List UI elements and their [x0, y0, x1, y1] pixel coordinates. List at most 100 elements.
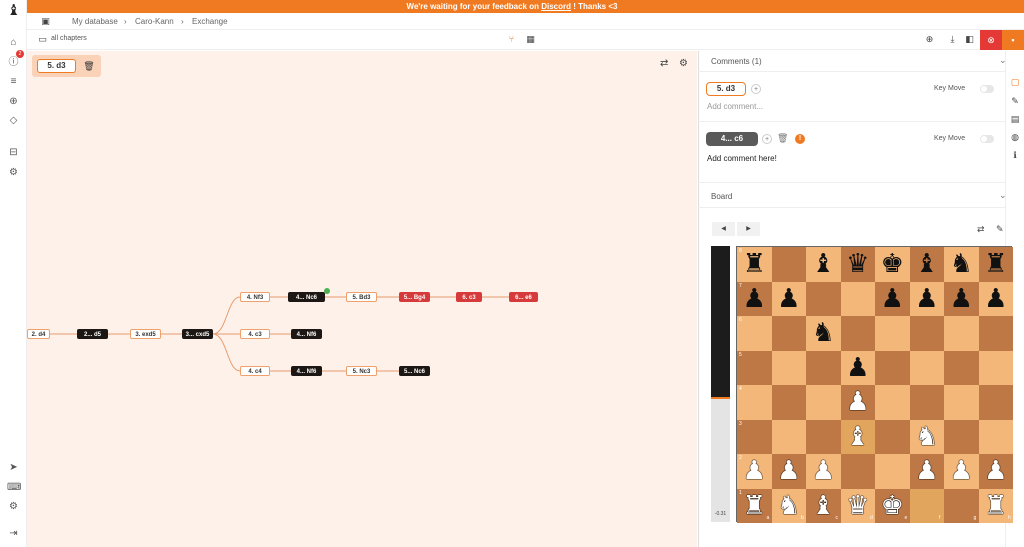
trash-icon[interactable]: 🗑: [777, 133, 788, 144]
annotate-tab-icon[interactable]: ✎: [1008, 94, 1022, 108]
square-a4[interactable]: [737, 385, 772, 420]
tree-view-icon[interactable]: ⑂: [505, 33, 518, 46]
white-pawn-piece[interactable]: ♟: [772, 454, 807, 489]
app-logo[interactable]: ♝: [7, 2, 20, 20]
tree-node[interactable]: 2. d4: [27, 329, 50, 339]
black-pawn-piece[interactable]: ♟: [944, 282, 979, 317]
square-d7[interactable]: [840, 281, 875, 316]
square-c4[interactable]: [806, 385, 841, 420]
square-h3[interactable]: [978, 419, 1013, 454]
tree-node[interactable]: 5. Bd3: [346, 292, 377, 302]
tree-node[interactable]: 4... Nf6: [291, 366, 322, 376]
chess-board[interactable]: ♜ 8 ♝ ♛ ♚ ♝ ♞ ♜ ♟ 7 ♟ ♟ ♟ ♟ ♟ 6 ♞ 5 ♟ 4 ♟ 3 ♝ ♞ ♟ 2 ♟ ♟ ♟ ♟ ♟ ♜ 1 a ♞ b ♝ c ♛ d…: [736, 246, 1014, 523]
logout-icon[interactable]: ⇥: [7, 527, 20, 540]
white-pawn-piece[interactable]: ♟: [910, 454, 945, 489]
tree-node[interactable]: 5... Bg4: [399, 292, 430, 302]
square-a5[interactable]: [737, 350, 772, 385]
next-move-button[interactable]: ▶: [737, 222, 760, 236]
white-pawn-piece[interactable]: ♟: [841, 385, 876, 420]
black-queen-piece[interactable]: ♛: [841, 247, 876, 282]
white-pawn-piece[interactable]: ♟: [979, 454, 1014, 489]
square-f4[interactable]: [909, 385, 944, 420]
square-f5[interactable]: [909, 350, 944, 385]
square-b5[interactable]: [771, 350, 806, 385]
image-tab-icon[interactable]: ▤: [1008, 112, 1022, 126]
square-d6[interactable]: [840, 316, 875, 351]
tree-node[interactable]: 5... Nc6: [399, 366, 430, 376]
tree-node[interactable]: 3... cxd5: [182, 329, 213, 339]
download-icon[interactable]: ⤓: [946, 33, 959, 46]
black-rook-piece[interactable]: ♜: [979, 247, 1014, 282]
move-tree-canvas[interactable]: 5. d3 🗑 ⇄ ⚙ 2. d4 2... d5 3. exd5 3... c…: [27, 51, 697, 547]
square-e5[interactable]: [875, 350, 910, 385]
prev-move-button[interactable]: ◀: [712, 222, 735, 236]
black-pawn-piece[interactable]: ♟: [772, 282, 807, 317]
tree-node[interactable]: 6... e6: [509, 292, 538, 302]
send-icon[interactable]: ➤: [7, 461, 20, 474]
comment-move-chip[interactable]: 4... c6: [706, 132, 758, 146]
square-c3[interactable]: [806, 419, 841, 454]
square-e4[interactable]: [875, 385, 910, 420]
globe-icon[interactable]: ⊕: [923, 33, 936, 46]
square-d2[interactable]: [840, 454, 875, 489]
white-pawn-piece[interactable]: ♟: [944, 454, 979, 489]
flip-board-icon[interactable]: ⇄: [977, 224, 985, 235]
black-bishop-piece[interactable]: ♝: [806, 247, 841, 282]
home-icon[interactable]: ⌂: [7, 36, 20, 49]
board-view-icon[interactable]: ▦: [524, 33, 537, 46]
key-move-toggle[interactable]: [980, 135, 994, 143]
tree-node[interactable]: 6. c3: [456, 292, 482, 302]
discord-link[interactable]: Discord: [541, 2, 571, 11]
tree-node[interactable]: 4. c4: [240, 366, 270, 376]
square-g4[interactable]: [944, 385, 979, 420]
info-icon[interactable]: ⓘ: [7, 56, 20, 69]
black-pawn-piece[interactable]: ♟: [737, 282, 772, 317]
database-icon[interactable]: ≡: [7, 75, 20, 88]
save-button[interactable]: ▪: [1002, 30, 1024, 50]
tree-node[interactable]: 3. exd5: [130, 329, 161, 339]
square-c5[interactable]: [806, 350, 841, 385]
sidebar-toggle-icon[interactable]: ▣: [39, 15, 52, 28]
white-knight-piece[interactable]: ♞: [910, 420, 945, 455]
globe-icon[interactable]: ⊕: [7, 95, 20, 108]
tree-node[interactable]: 4... Nc6: [288, 292, 325, 302]
chevron-down-icon[interactable]: ⌄: [999, 55, 1007, 66]
keyboard-icon[interactable]: ⌨: [7, 481, 21, 494]
tree-node[interactable]: 4... Nf6: [291, 329, 322, 339]
square-a6[interactable]: [737, 316, 772, 351]
black-rook-piece[interactable]: ♜: [737, 247, 772, 282]
tree-node[interactable]: 4. c3: [240, 329, 270, 339]
black-pawn-piece[interactable]: ♟: [910, 282, 945, 317]
square-e3[interactable]: [875, 419, 910, 454]
square-b8[interactable]: [771, 247, 806, 282]
square-h6[interactable]: [978, 316, 1013, 351]
square-b4[interactable]: [771, 385, 806, 420]
layout-icon[interactable]: ◧: [963, 33, 976, 46]
square-f6[interactable]: [909, 316, 944, 351]
chapters-selector[interactable]: all chapters: [51, 35, 87, 42]
black-bishop-piece[interactable]: ♝: [910, 247, 945, 282]
chevron-down-icon[interactable]: ⌄: [999, 190, 1007, 201]
close-button[interactable]: ⊗: [980, 30, 1002, 50]
black-pawn-piece[interactable]: ♟: [841, 351, 876, 386]
comment-tab-icon[interactable]: ▢: [1008, 75, 1022, 89]
black-pawn-piece[interactable]: ♟: [979, 282, 1014, 317]
square-h5[interactable]: [978, 350, 1013, 385]
square-g6[interactable]: [944, 316, 979, 351]
square-h4[interactable]: [978, 385, 1013, 420]
breadcrumb-variation[interactable]: Exchange: [192, 17, 228, 26]
key-move-toggle[interactable]: [980, 85, 994, 93]
settings-icon[interactable]: ⚙: [7, 500, 20, 513]
tree-node[interactable]: 2... d5: [77, 329, 108, 339]
square-c7[interactable]: [806, 281, 841, 316]
black-knight-piece[interactable]: ♞: [944, 247, 979, 282]
square-g5[interactable]: [944, 350, 979, 385]
palette-tab-icon[interactable]: ◍: [1008, 130, 1022, 144]
black-knight-piece[interactable]: ♞: [806, 316, 841, 351]
square-g3[interactable]: [944, 419, 979, 454]
warning-icon[interactable]: !: [795, 134, 805, 144]
engine-icon[interactable]: ⚙: [7, 166, 20, 179]
shield-icon[interactable]: ◇: [7, 114, 20, 127]
square-a3[interactable]: [737, 419, 772, 454]
gamepad-icon[interactable]: ⊟: [7, 146, 20, 159]
